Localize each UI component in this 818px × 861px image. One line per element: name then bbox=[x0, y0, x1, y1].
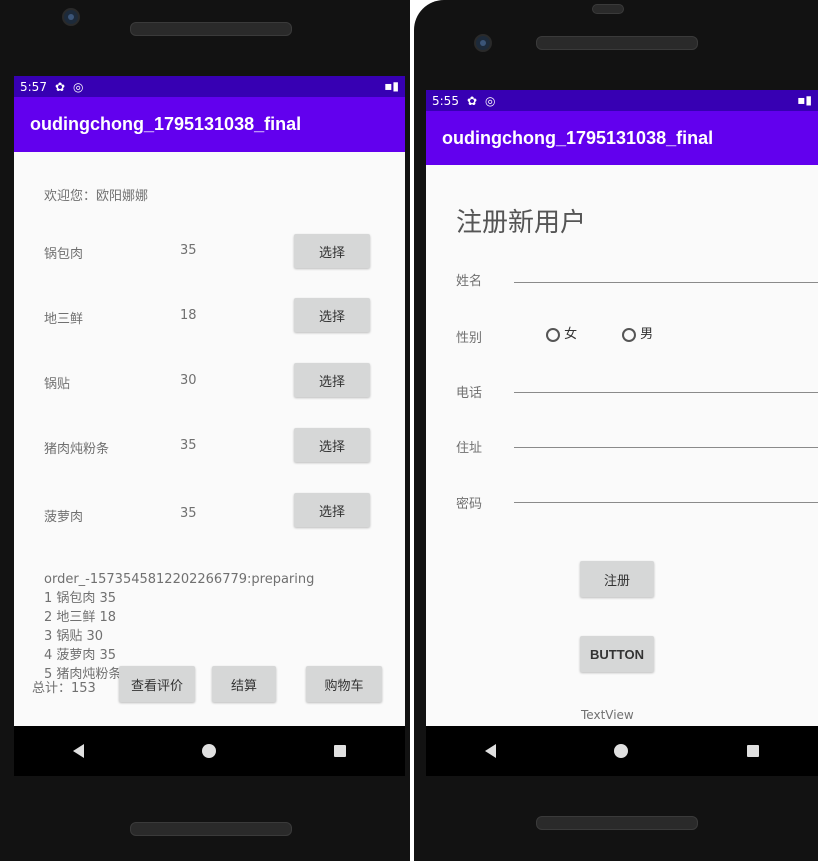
select-button[interactable]: 选择 bbox=[294, 363, 370, 397]
select-button[interactable]: 选择 bbox=[294, 234, 370, 268]
radio-female[interactable]: 女 bbox=[546, 323, 577, 342]
order-line: 3 锅贴 30 bbox=[44, 629, 104, 644]
status-time: 5:55 bbox=[432, 93, 459, 108]
sync-icon: ◎ bbox=[73, 79, 84, 94]
front-camera bbox=[62, 8, 80, 26]
settings-icon: ✿ bbox=[466, 93, 478, 108]
textview-label: TextView bbox=[581, 708, 634, 722]
order-line: 2 地三鲜 18 bbox=[44, 610, 117, 625]
radio-male[interactable]: 男 bbox=[622, 323, 653, 342]
bottom-speaker bbox=[536, 816, 698, 830]
menu-item-name: 锅包肉 bbox=[44, 247, 84, 262]
radio-circle-icon bbox=[546, 327, 560, 342]
recents-icon[interactable] bbox=[334, 745, 346, 757]
status-bar: 5:57 ✿ ◎ ▪▮ bbox=[14, 76, 405, 97]
front-camera bbox=[474, 34, 492, 52]
password-label: 密码 bbox=[456, 497, 483, 512]
name-label: 姓名 bbox=[456, 274, 483, 289]
settings-icon: ✿ bbox=[54, 79, 66, 94]
menu-item-price: 35 bbox=[180, 243, 197, 258]
checkout-button[interactable]: 结算 bbox=[212, 666, 276, 702]
navigation-bar bbox=[426, 726, 818, 776]
radio-male-label: 男 bbox=[640, 327, 654, 342]
menu-item-price: 35 bbox=[180, 438, 197, 453]
name-input[interactable] bbox=[514, 282, 818, 283]
select-button[interactable]: 选择 bbox=[294, 428, 370, 462]
status-bar: 5:55 ✿ ◎ ▪▮ bbox=[426, 90, 818, 111]
battery-icon: ▪▮ bbox=[384, 79, 399, 93]
view-reviews-button[interactable]: 查看评价 bbox=[119, 666, 195, 702]
cart-button[interactable]: 购物车 bbox=[306, 666, 382, 702]
back-icon[interactable] bbox=[485, 744, 497, 758]
app-title: oudingchong_1795131038_final bbox=[442, 127, 714, 148]
order-line: 4 菠萝肉 35 bbox=[44, 648, 117, 663]
sync-icon: ◎ bbox=[485, 93, 496, 108]
gender-label: 性别 bbox=[456, 331, 483, 346]
navigation-bar bbox=[14, 726, 405, 776]
select-button[interactable]: 选择 bbox=[294, 493, 370, 527]
menu-item-price: 35 bbox=[180, 506, 197, 521]
address-label: 住址 bbox=[456, 441, 483, 456]
select-button[interactable]: 选择 bbox=[294, 298, 370, 332]
speaker-grille bbox=[536, 36, 698, 50]
menu-item-price: 30 bbox=[180, 373, 197, 388]
left-phone: 5:57 ✿ ◎ ▪▮ oudingchong_1795131038_final… bbox=[0, 0, 410, 861]
order-line: 1 锅包肉 35 bbox=[44, 591, 117, 606]
bottom-speaker bbox=[130, 822, 292, 836]
right-screen: 5:55 ✿ ◎ ▪▮ oudingchong_1795131038_final… bbox=[426, 90, 818, 726]
speaker-grille bbox=[130, 22, 292, 36]
menu-item-name: 地三鲜 bbox=[44, 312, 84, 327]
page-heading: 注册新用户 bbox=[456, 208, 587, 238]
register-button[interactable]: 注册 bbox=[580, 561, 654, 597]
generic-button[interactable]: BUTTON bbox=[580, 636, 654, 672]
address-input[interactable] bbox=[514, 447, 818, 448]
left-screen: 5:57 ✿ ◎ ▪▮ oudingchong_1795131038_final… bbox=[14, 76, 405, 726]
radio-female-label: 女 bbox=[564, 327, 578, 342]
app-bar: oudingchong_1795131038_final bbox=[14, 97, 405, 152]
menu-item-name: 猪肉炖粉条 bbox=[44, 442, 110, 457]
total-text: 总计：153 bbox=[32, 681, 96, 696]
phone-label: 电话 bbox=[456, 386, 483, 401]
app-title: oudingchong_1795131038_final bbox=[30, 114, 302, 134]
home-icon[interactable] bbox=[614, 744, 629, 758]
radio-circle-icon bbox=[622, 327, 636, 342]
top-notch bbox=[592, 4, 624, 14]
battery-icon: ▪▮ bbox=[797, 93, 812, 107]
password-input[interactable] bbox=[514, 502, 818, 503]
menu-item-name: 菠萝肉 bbox=[44, 510, 84, 525]
order-id: order_-1573545812202266779:preparing bbox=[44, 572, 315, 587]
menu-item-name: 锅贴 bbox=[44, 377, 71, 392]
phone-input[interactable] bbox=[514, 392, 818, 393]
recents-icon[interactable] bbox=[746, 745, 759, 757]
right-phone: 5:55 ✿ ◎ ▪▮ oudingchong_1795131038_final… bbox=[414, 0, 818, 861]
menu-item-price: 18 bbox=[180, 308, 197, 323]
welcome-text: 欢迎您：欧阳娜娜 bbox=[44, 189, 149, 204]
app-bar: oudingchong_1795131038_final bbox=[426, 111, 818, 165]
home-icon[interactable] bbox=[202, 744, 216, 758]
status-time: 5:57 bbox=[20, 79, 47, 94]
back-icon[interactable] bbox=[73, 744, 84, 758]
